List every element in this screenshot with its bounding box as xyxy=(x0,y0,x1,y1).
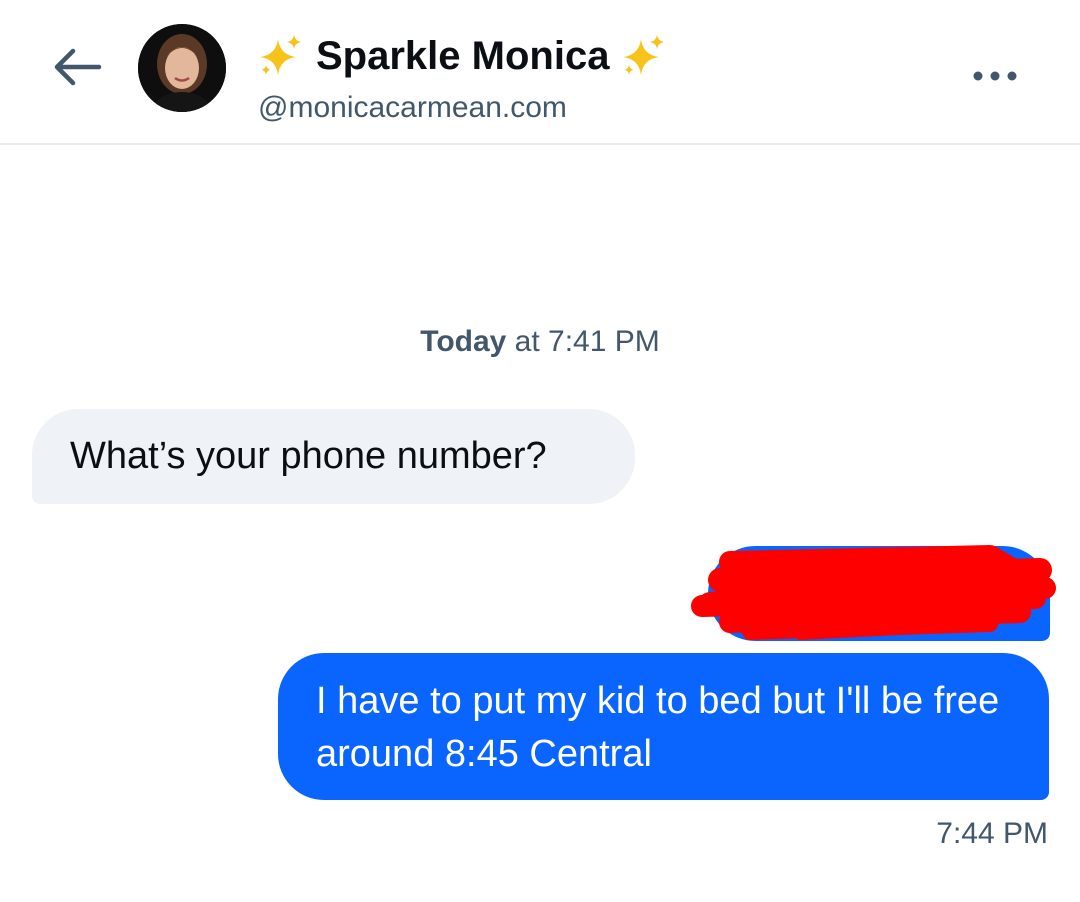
display-name-text: Sparkle Monica xyxy=(316,34,610,78)
ellipsis-icon xyxy=(973,71,1017,81)
display-name[interactable]: Sparkle Monica xyxy=(258,30,667,82)
message-timestamp: 7:44 PM xyxy=(936,817,1048,850)
dm-conversation-screen: Sparkle Monica @monicacarmean.com Today … xyxy=(0,0,1080,902)
message-text: What’s your phone number? xyxy=(70,435,547,477)
date-day: Today xyxy=(420,325,507,358)
profile-photo xyxy=(138,24,226,112)
more-options-button[interactable] xyxy=(966,56,1024,96)
outgoing-message-bubble-redacted[interactable] xyxy=(708,546,1050,641)
avatar[interactable] xyxy=(138,24,226,112)
conversation-date-label: Today at 7:41 PM xyxy=(0,322,1080,362)
sparkles-icon xyxy=(621,33,667,79)
date-time: at 7:41 PM xyxy=(506,325,660,358)
back-button[interactable] xyxy=(48,44,106,90)
outgoing-message-bubble[interactable]: I have to put my kid to bed but I'll be … xyxy=(278,653,1049,800)
conversation-header: Sparkle Monica @monicacarmean.com xyxy=(0,0,1080,145)
arrow-left-icon xyxy=(54,48,102,86)
message-text: I have to put my kid to bed but I'll be … xyxy=(316,680,1000,775)
sparkles-icon xyxy=(258,33,304,79)
incoming-message-bubble[interactable]: What’s your phone number? xyxy=(32,409,635,504)
user-handle[interactable]: @monicacarmean.com xyxy=(258,88,567,128)
